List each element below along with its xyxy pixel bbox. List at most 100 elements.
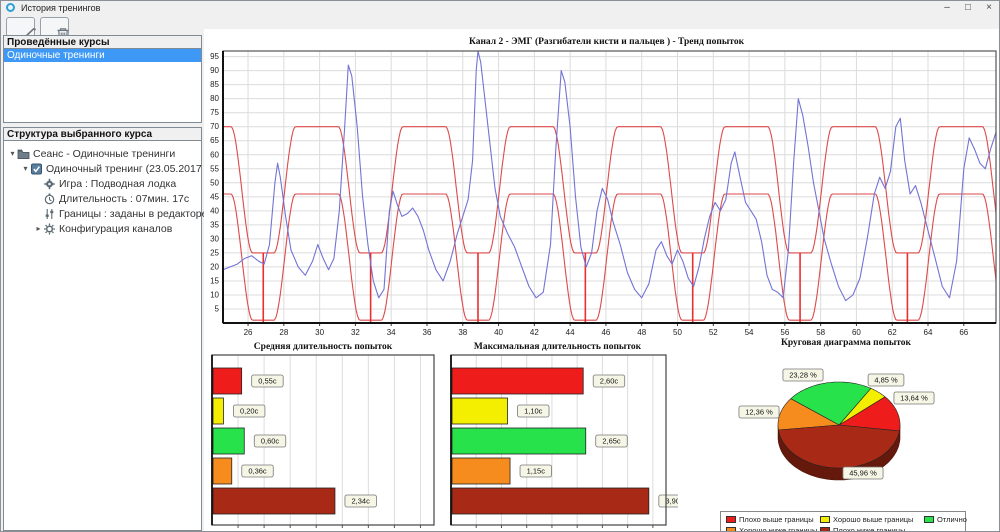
legend-swatch bbox=[726, 516, 736, 523]
app-window: История тренингов – □ × bbox=[0, 0, 1000, 532]
chevron-right-icon[interactable]: ▸ bbox=[34, 224, 43, 233]
pie-label: 13,64 % bbox=[894, 392, 934, 404]
legend-swatch bbox=[726, 527, 736, 532]
svg-text:30: 30 bbox=[315, 328, 324, 337]
value-label: 1,10с bbox=[518, 405, 550, 417]
tree-item[interactable]: Границы : заданы в редакторе bbox=[4, 206, 201, 221]
title-bar: История тренингов – □ × bbox=[1, 1, 999, 15]
svg-text:0,20с: 0,20с bbox=[240, 407, 259, 416]
tree-item[interactable]: ▸ Конфигурация каналов bbox=[4, 221, 201, 236]
close-button[interactable]: × bbox=[983, 2, 995, 14]
bar-4 bbox=[452, 488, 649, 514]
report-button[interactable] bbox=[6, 17, 35, 37]
svg-text:26: 26 bbox=[244, 328, 253, 337]
clock-icon bbox=[43, 193, 56, 205]
svg-text:12,36 %: 12,36 % bbox=[745, 408, 773, 417]
game-icon bbox=[43, 178, 56, 190]
courses-panel: Проведённые курсы Одиночные тренинги bbox=[3, 35, 202, 123]
legend-swatch bbox=[820, 516, 830, 523]
max-duration-chart: 0,5с1,0с1,5с2,0с2,5с3,0с3,5с4,0с2,60с1,1… bbox=[446, 351, 678, 532]
svg-text:30: 30 bbox=[210, 234, 219, 243]
structure-panel: Структура выбранного курса ▾Сеанс - Один… bbox=[3, 127, 202, 531]
tree-item-label: Игра : Подводная лодка bbox=[59, 178, 176, 190]
svg-text:13,64 %: 13,64 % bbox=[900, 394, 928, 403]
bar-2 bbox=[452, 428, 586, 454]
pie-label: 4,85 % bbox=[868, 374, 904, 386]
svg-text:10: 10 bbox=[210, 290, 219, 299]
svg-text:40: 40 bbox=[210, 206, 219, 215]
svg-text:0,55с: 0,55с bbox=[258, 377, 277, 386]
tree-item[interactable]: ▾Сеанс - Одиночные тренинги bbox=[4, 146, 201, 161]
courses-header: Проведённые курсы bbox=[4, 36, 201, 49]
value-label: 2,65с bbox=[596, 435, 628, 447]
svg-text:65: 65 bbox=[210, 136, 219, 145]
pie-label: 23,28 % bbox=[783, 369, 823, 381]
folder-icon bbox=[17, 148, 30, 160]
svg-text:60: 60 bbox=[852, 328, 861, 337]
bar-3 bbox=[452, 458, 510, 484]
svg-text:42: 42 bbox=[530, 328, 539, 337]
course-structure-tree: ▾Сеанс - Одиночные тренинги▾Одиночный тр… bbox=[4, 141, 201, 236]
svg-text:5: 5 bbox=[215, 304, 220, 313]
value-label: 0,36с bbox=[242, 465, 274, 477]
svg-text:66: 66 bbox=[959, 328, 968, 337]
legend-label: Хорошо выше границы bbox=[833, 515, 913, 524]
bar-0 bbox=[452, 368, 583, 394]
svg-text:15: 15 bbox=[210, 276, 219, 285]
svg-text:48: 48 bbox=[637, 328, 646, 337]
svg-text:38: 38 bbox=[458, 328, 467, 337]
bar-4 bbox=[213, 488, 335, 514]
legend-label: Плохо ниже границы bbox=[833, 526, 906, 532]
legend-label: Отлично bbox=[937, 515, 967, 524]
chevron-down-icon[interactable]: ▾ bbox=[21, 164, 30, 173]
window-title: История тренингов bbox=[21, 3, 100, 13]
legend-item: Плохо ниже границы bbox=[820, 526, 920, 532]
svg-text:2,65с: 2,65с bbox=[602, 437, 621, 446]
svg-text:20: 20 bbox=[210, 262, 219, 271]
legend-swatch bbox=[820, 527, 830, 532]
svg-text:62: 62 bbox=[888, 328, 897, 337]
delete-button[interactable] bbox=[40, 17, 69, 37]
svg-text:40: 40 bbox=[494, 328, 503, 337]
bar-1 bbox=[213, 398, 223, 424]
chevron-down-icon[interactable]: ▾ bbox=[8, 149, 17, 158]
pie-label: 12,36 % bbox=[739, 406, 779, 418]
svg-text:32: 32 bbox=[351, 328, 360, 337]
tree-item[interactable]: Длительность : 07мин. 17с bbox=[4, 191, 201, 206]
bar-1 bbox=[452, 398, 508, 424]
svg-text:60: 60 bbox=[210, 150, 219, 159]
tree-item[interactable]: ▾Одиночный тренинг (23.05.2017 16:51:52) bbox=[4, 161, 201, 176]
svg-text:0,60с: 0,60с bbox=[261, 437, 280, 446]
svg-text:70: 70 bbox=[210, 122, 219, 131]
minimize-button[interactable]: – bbox=[941, 2, 953, 14]
svg-text:44: 44 bbox=[566, 328, 575, 337]
pie-chart-title: Круговая диаграмма попыток bbox=[746, 338, 946, 348]
charts-area: Канал 2 - ЭМГ (Разгибатели кисти и пальц… bbox=[204, 29, 1000, 532]
app-icon bbox=[6, 3, 15, 12]
svg-text:52: 52 bbox=[709, 328, 718, 337]
legend-item: Плохо выше границы bbox=[726, 515, 816, 524]
svg-text:1,10с: 1,10с bbox=[524, 407, 543, 416]
sliders-icon bbox=[43, 208, 56, 220]
bar-3 bbox=[213, 458, 232, 484]
course-item-single-trainings[interactable]: Одиночные тренинги bbox=[4, 49, 201, 62]
svg-text:54: 54 bbox=[745, 328, 754, 337]
value-label: 0,20с bbox=[233, 405, 265, 417]
maximize-button[interactable]: □ bbox=[962, 2, 974, 14]
avg-duration-chart: 0,5с1,0с1,5с2,0с2,5с3,0с3,5с4,0с0,55с0,2… bbox=[206, 351, 446, 532]
svg-text:55: 55 bbox=[210, 164, 219, 173]
svg-text:80: 80 bbox=[210, 94, 219, 103]
trend-chart: 5101520253035404550556065707580859095262… bbox=[206, 31, 999, 343]
svg-text:90: 90 bbox=[210, 66, 219, 75]
toolbar bbox=[1, 15, 204, 37]
svg-text:85: 85 bbox=[210, 80, 219, 89]
svg-text:45,96 %: 45,96 % bbox=[849, 469, 877, 478]
svg-text:50: 50 bbox=[210, 178, 219, 187]
pie-label: 45,96 % bbox=[843, 467, 883, 479]
tree-item[interactable]: Игра : Подводная лодка bbox=[4, 176, 201, 191]
checked-icon bbox=[30, 163, 43, 175]
tree-item-label: Конфигурация каналов bbox=[59, 223, 172, 235]
tree-item-label: Длительность : 07мин. 17с bbox=[59, 193, 189, 205]
svg-text:75: 75 bbox=[210, 108, 219, 117]
value-label: 0,60с bbox=[254, 435, 286, 447]
